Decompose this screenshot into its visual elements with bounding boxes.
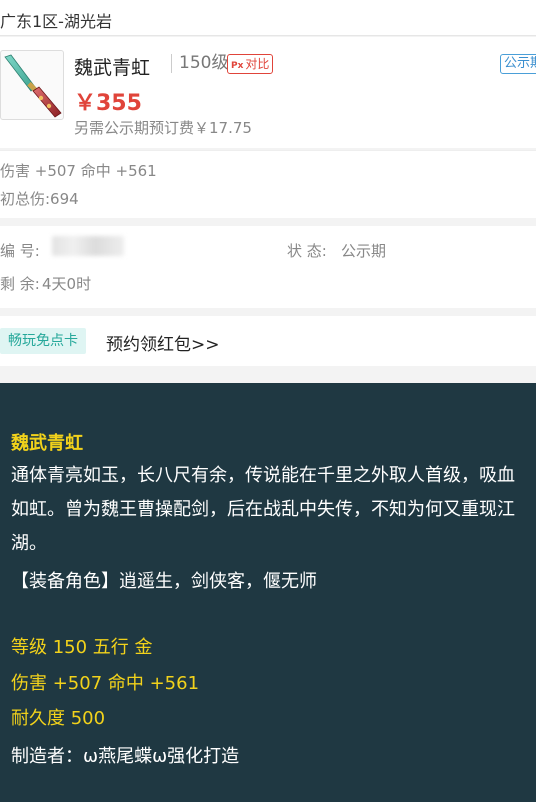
desc-attr-line: 伤害 +507 命中 +561 — [11, 673, 200, 694]
sword-icon — [4, 54, 62, 118]
desc-maker-line: 制造者：ω燕尾蝶ω强化打造 — [11, 746, 240, 767]
server-bar: 广东1区-湖光岩 — [0, 0, 536, 36]
stat-line-total: 初总伤:694 — [0, 190, 79, 208]
item-card[interactable]: 魏武青虹 150级 Px对比 公示期 ￥355 另需公示期预订费￥17.75 — [0, 37, 536, 148]
item-price: ￥355 — [74, 91, 142, 116]
info-card: 编 号: 状 态: 公示期 剩 余: 4天0时 — [0, 226, 536, 308]
desc-role: 【装备角色】逍遥生，剑侠客，偃无师 — [11, 571, 317, 592]
status-label: 状 态: — [287, 242, 327, 260]
remaining-label: 剩 余: — [0, 275, 40, 293]
server-name: 广东1区-湖光岩 — [0, 12, 112, 31]
id-label: 编 号: — [0, 242, 40, 260]
compare-icon: Px — [231, 61, 244, 71]
promo-card[interactable]: 畅玩免点卡 预约领红包>> — [0, 316, 536, 366]
stat-line-damage: 伤害 +507 命中 +561 — [0, 162, 157, 180]
desc-body: 通体青亮如玉，长八尺有余，传说能在千里之外取人首级，吸血如虹。曾为魏王曹操配剑，… — [11, 465, 515, 554]
item-name: 魏武青虹 — [74, 57, 151, 79]
item-level: 150级 — [171, 54, 228, 73]
stats-card: 伤害 +507 命中 +561 初总伤:694 — [0, 150, 536, 218]
status-value: 公示期 — [341, 242, 387, 260]
remaining-value: 4天0时 — [42, 275, 92, 293]
compare-button[interactable]: Px 对比 — [227, 54, 274, 74]
desc-title: 魏武青虹 — [11, 433, 83, 454]
desc-durability-line: 耐久度 500 — [11, 708, 106, 729]
extra-fee: 另需公示期预订费￥17.75 — [74, 119, 252, 137]
compare-label: 对比 — [245, 57, 270, 71]
item-thumbnail[interactable] — [0, 50, 64, 120]
description-panel: 魏武青虹 通体青亮如玉，长八尺有余，传说能在千里之外取人首级，吸血如虹。曾为魏王… — [0, 383, 536, 802]
promo-badge[interactable]: 畅玩免点卡 — [0, 328, 86, 354]
id-value-blurred — [52, 236, 124, 256]
red-packet-link[interactable]: 预约领红包>> — [106, 330, 220, 355]
desc-level-line: 等级 150 五行 金 — [11, 637, 153, 658]
period-tag: 公示期 — [500, 54, 536, 74]
